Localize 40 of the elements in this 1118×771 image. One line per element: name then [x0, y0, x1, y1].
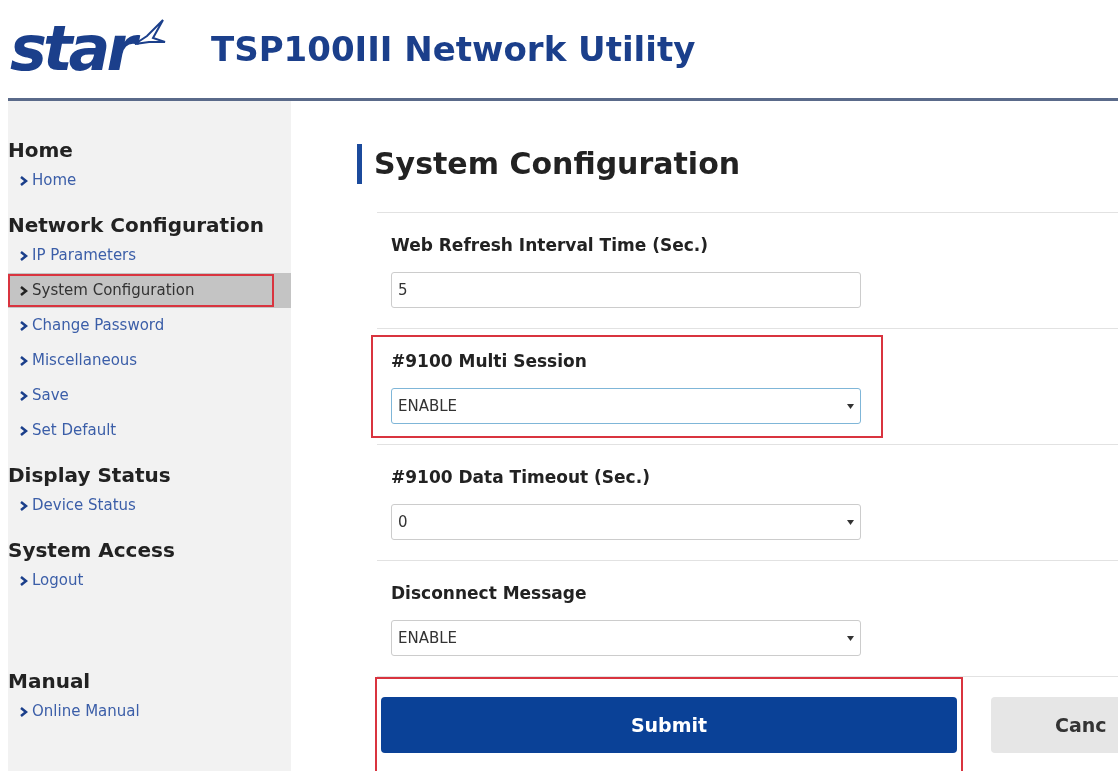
chevron-icon [20, 320, 28, 331]
caret-icon [847, 519, 854, 525]
section-heading: Network Configuration [8, 212, 265, 238]
caret-icon [847, 635, 854, 641]
nav-link[interactable]: Save [8, 379, 79, 412]
chevron-icon [20, 285, 28, 296]
field-label: Web Refresh Interval Time (Sec.) [391, 233, 710, 257]
input-field[interactable]: 5 [391, 272, 861, 309]
nav-link[interactable]: Logout [8, 564, 94, 597]
nav-link[interactable]: Set Default [8, 414, 127, 447]
chevron-icon [20, 390, 28, 401]
dropdown-field[interactable]: ENABLE [391, 620, 861, 657]
chevron-icon [20, 575, 28, 586]
nav-link[interactable]: Online Manual [8, 695, 150, 728]
nav-link[interactable]: Miscellaneous [8, 344, 148, 377]
chevron-icon [20, 175, 28, 186]
nav-link[interactable]: System Configuration [8, 274, 274, 307]
chevron-icon [20, 250, 28, 261]
section-heading: System Access [8, 537, 176, 563]
chevron-icon [20, 706, 28, 717]
chevron-icon [20, 425, 28, 436]
app-title: TSP100III Network Utility [210, 27, 696, 71]
field-label: Disconnect Message [391, 581, 588, 605]
page-title: System Configuration [374, 145, 741, 183]
submit-button[interactable]: Submit [381, 697, 957, 753]
section-heading: Display Status [8, 462, 172, 488]
caret-icon [847, 403, 854, 409]
field-label: #9100 Multi Session [391, 349, 588, 373]
field-label: #9100 Data Timeout (Sec.) [391, 465, 651, 489]
nav-link[interactable]: IP Parameters [8, 239, 147, 272]
section-heading: Manual [8, 668, 92, 694]
nav-link[interactable]: Device Status [8, 489, 146, 522]
section-heading: Home [8, 137, 74, 163]
dropdown-field[interactable]: ENABLE [391, 388, 861, 425]
nav-link[interactable]: Home [8, 164, 87, 197]
chevron-icon [20, 355, 28, 366]
nav-link[interactable]: Change Password [8, 309, 175, 342]
chevron-icon [20, 500, 28, 511]
dropdown-field[interactable]: 0 [391, 504, 861, 541]
cancel-button[interactable]: Canc [991, 697, 1118, 753]
